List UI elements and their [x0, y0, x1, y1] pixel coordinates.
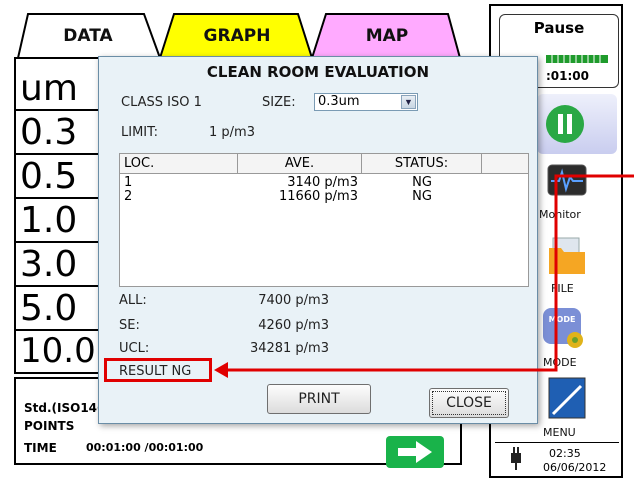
- size-cell: 3.0: [14, 243, 102, 285]
- time-label: TIME: [24, 441, 57, 455]
- tab-data[interactable]: DATA: [28, 14, 148, 58]
- size-cell: 0.3: [14, 111, 102, 153]
- size-cell: 10.0: [14, 329, 102, 371]
- dialog-title: CLEAN ROOM EVALUATION: [206, 63, 430, 81]
- time-value: 00:01:00 /00:01:00: [86, 441, 204, 454]
- result-highlight-box: [104, 358, 212, 382]
- size-select[interactable]: 0.3um ▼: [314, 93, 418, 111]
- limit-label: LIMIT:: [121, 125, 159, 140]
- chevron-down-icon[interactable]: ▼: [401, 95, 416, 109]
- pause-icon: [546, 105, 584, 143]
- tab-map[interactable]: MAP: [326, 14, 448, 58]
- clock-date: 06/06/2012: [543, 461, 607, 474]
- next-arrow-button[interactable]: [386, 436, 444, 468]
- stat-se-label: SE:: [119, 318, 140, 333]
- size-cell: um: [14, 67, 102, 109]
- menu-icon: [548, 377, 586, 419]
- size-label: SIZE:: [262, 95, 296, 110]
- table-row-loc[interactable]: 2: [124, 190, 132, 204]
- pause-button[interactable]: [537, 94, 617, 154]
- stat-all-label: ALL:: [119, 293, 147, 308]
- tab-graph[interactable]: GRAPH: [176, 14, 298, 58]
- size-cell: 0.5: [14, 155, 102, 197]
- table-row-loc[interactable]: 1: [124, 176, 132, 190]
- arrow-right-icon: [398, 441, 432, 463]
- menu-button[interactable]: MENU: [537, 376, 617, 439]
- size-cell: 1.0: [14, 199, 102, 241]
- class-label: CLASS ISO 1: [121, 95, 202, 110]
- print-button[interactable]: PRINT: [267, 384, 371, 414]
- limit-value: 1 p/m3: [209, 125, 255, 140]
- menu-label: MENU: [543, 426, 576, 439]
- points-label: POINTS: [24, 419, 75, 433]
- timer-value: :01:00: [546, 69, 589, 83]
- clock-area: 02:35 06/06/2012: [495, 442, 619, 477]
- close-button[interactable]: CLOSE: [429, 388, 509, 418]
- size-select-value: 0.3um: [318, 94, 360, 109]
- size-cell: 5.0: [14, 287, 102, 329]
- highlight-arrow: [214, 174, 634, 378]
- pause-label: Pause: [533, 19, 585, 37]
- power-plug-icon: [511, 447, 521, 470]
- stat-ucl-label: UCL:: [119, 341, 150, 356]
- clock-time: 02:35: [549, 447, 581, 460]
- progress-bar: [546, 55, 608, 63]
